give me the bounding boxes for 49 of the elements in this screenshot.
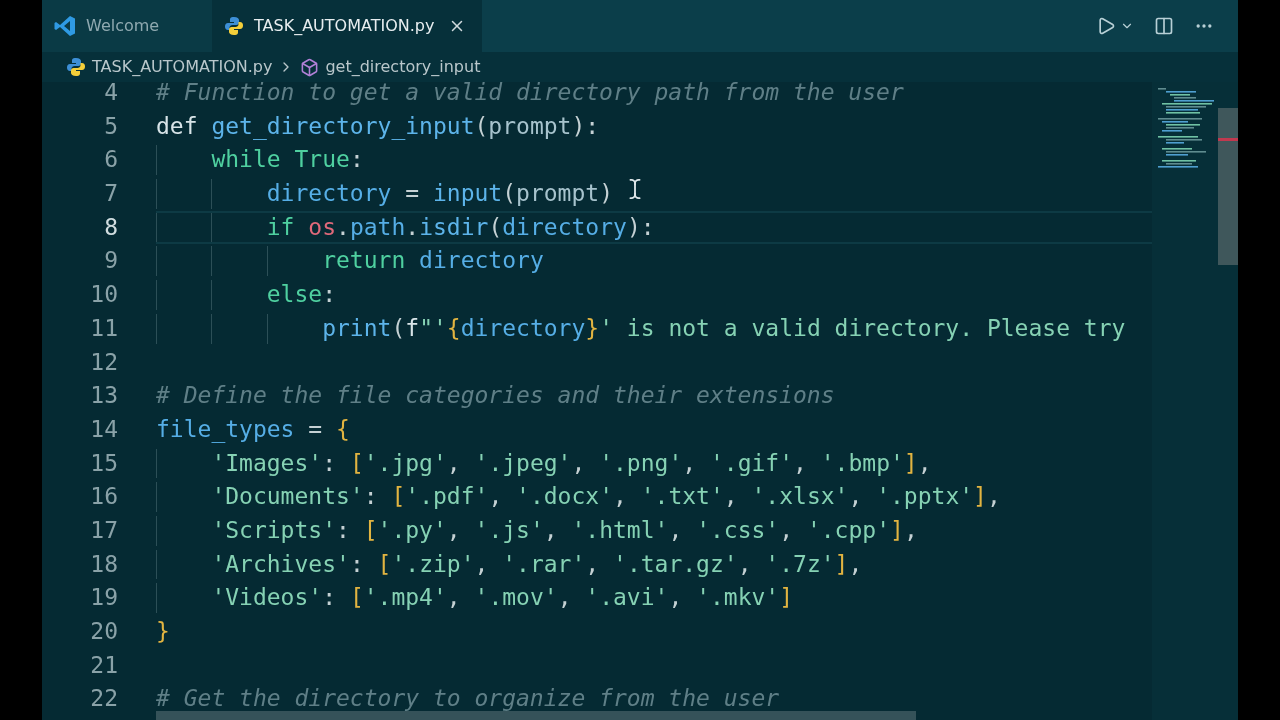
line-number: 11 <box>89 313 118 343</box>
line-number: 15 <box>89 448 118 478</box>
line-number: 5 <box>103 111 118 141</box>
breadcrumb-symbol[interactable]: get_directory_input <box>325 55 481 79</box>
code-line: 'Scripts': ['.py', '.js', '.html', '.css', '.cpp'], <box>210 516 918 543</box>
line-number: 14 <box>89 414 118 444</box>
code-line: def get_directory_input(prompt): <box>156 112 600 139</box>
line-number: 12 <box>89 347 118 377</box>
horizontal-scrollbar[interactable] <box>156 711 916 720</box>
code-line: file_types = { <box>156 415 350 442</box>
line-number: 21 <box>89 650 118 680</box>
run-icon[interactable] <box>1096 16 1116 36</box>
code-line: } <box>156 618 170 644</box>
code-line: return directory <box>321 247 544 274</box>
code-line: print(f"'{directory}' is not a valid directory. Please try <box>321 314 1126 341</box>
line-number: 19 <box>89 583 118 613</box>
python-icon <box>66 57 86 77</box>
cube-icon <box>300 57 320 77</box>
line-number: 7 <box>103 179 118 209</box>
code-line: 'Videos': ['.mp4', '.mov', '.avi', '.mkv'] <box>210 584 794 611</box>
line-number: 20 <box>89 617 118 646</box>
vscode-logo-icon <box>54 15 76 37</box>
code-line: 'Images': ['.jpg', '.jpeg', '.png', '.gif', '.bmp'], <box>210 449 932 476</box>
code-line: # Define the file categories and their extensions <box>156 382 835 409</box>
line-number: 8 <box>103 212 118 242</box>
breadcrumb-file[interactable]: TASK_AUTOMATION.py <box>92 55 273 79</box>
line-number: 4 <box>103 82 118 107</box>
code-line: # Function to get a valid directory path from the user <box>156 82 904 105</box>
line-number: 18 <box>89 549 118 579</box>
tab-label: Welcome <box>86 15 160 37</box>
code-line: directory = input(prompt) <box>265 180 613 207</box>
code-line: else: <box>265 281 337 308</box>
code-line: # Get the directory to organize from the user <box>156 685 780 712</box>
line-number: 13 <box>89 381 118 411</box>
editor-tab[interactable]: Welcome <box>42 0 212 52</box>
line-number: 10 <box>89 280 118 310</box>
code-line: 'Documents': ['.pdf', '.docx', '.txt', '.xlsx', '.pptx'], <box>210 483 1001 510</box>
code-line: while True: <box>210 146 364 173</box>
line-number: 17 <box>89 515 118 545</box>
tab-label: TASK_AUTOMATION.py <box>254 15 435 37</box>
line-number: 22 <box>89 684 118 714</box>
editor-tab[interactable]: TASK_AUTOMATION.py <box>212 0 483 52</box>
code-line: if os.path.isdir(directory): <box>265 213 655 240</box>
split-editor-icon[interactable] <box>1154 16 1174 36</box>
line-number: 9 <box>103 246 118 276</box>
line-number: 6 <box>103 145 118 175</box>
code-line: 'Archives': ['.zip', '.rar', '.tar.gz', '.7z'], <box>210 550 863 577</box>
line-number: 16 <box>89 482 118 512</box>
python-icon <box>224 16 244 36</box>
